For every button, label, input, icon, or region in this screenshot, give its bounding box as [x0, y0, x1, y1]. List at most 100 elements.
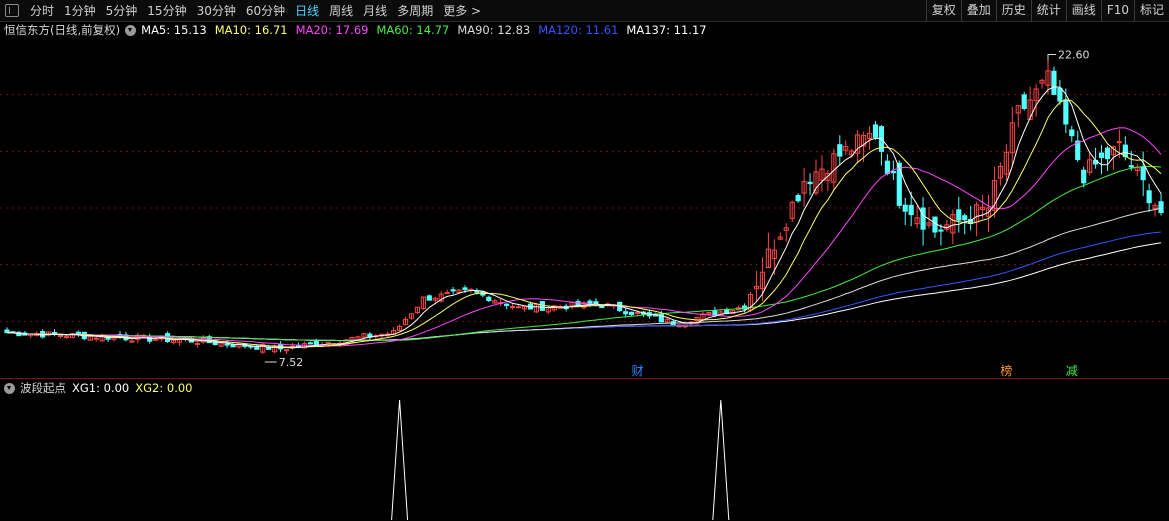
candle-67	[402, 316, 409, 326]
candle-body	[920, 207, 926, 230]
candle-161	[962, 213, 968, 235]
panel-toggle-icon[interactable]	[5, 4, 19, 17]
period-tab-2[interactable]: 5分钟	[101, 2, 143, 19]
candle-85	[510, 303, 516, 310]
candle-130	[777, 232, 783, 241]
indicator-chart[interactable]	[0, 396, 1169, 521]
xg1-value: XG1: 0.00	[72, 381, 130, 395]
stock-name: 恒信东方(日线,前复权)	[4, 23, 121, 37]
candle-body	[956, 209, 962, 221]
candle-66	[397, 324, 403, 332]
candle-133	[795, 193, 801, 203]
candle-body	[872, 124, 879, 138]
tool-button-6[interactable]: 标记	[1133, 0, 1169, 21]
candle-75	[450, 286, 456, 295]
indicator-dropdown-icon[interactable]	[4, 382, 15, 394]
candle-118	[706, 311, 712, 317]
candlestick-chart[interactable]: 22.60 7.52 财 榜 减	[0, 38, 1169, 378]
candle-191	[1140, 151, 1146, 197]
candle-body	[890, 171, 896, 174]
candle-body	[194, 342, 200, 345]
candle-body	[634, 311, 641, 314]
ma-legend-item-1: MA10: 16.71	[214, 23, 288, 37]
candle-131	[783, 223, 789, 242]
candle-123	[736, 305, 742, 311]
tool-button-5[interactable]: F10	[1100, 0, 1134, 21]
candle-155	[926, 207, 932, 229]
low-price-label: 7.52	[279, 356, 304, 369]
candle-body	[486, 296, 492, 302]
ma-legend-item-6: MA137: 11.17	[626, 23, 707, 37]
period-tab-7[interactable]: 周线	[324, 2, 358, 19]
period-tab-3[interactable]: 15分钟	[142, 2, 191, 19]
candle-159	[950, 209, 956, 244]
candle-body	[1140, 166, 1146, 181]
candle-141	[843, 140, 849, 156]
candle-body	[426, 295, 432, 301]
candle-body	[444, 291, 450, 294]
candle-179	[1069, 125, 1075, 143]
period-tab-8[interactable]: 月线	[358, 2, 392, 19]
dropdown-circle-icon[interactable]	[125, 24, 137, 36]
period-tab-0[interactable]: 分时	[25, 2, 59, 19]
candle-9	[57, 334, 64, 339]
high-price-label: 22.60	[1058, 48, 1090, 61]
candle-157	[938, 224, 944, 246]
ma20-line	[7, 127, 1162, 347]
period-tab-6[interactable]: 日线	[290, 2, 324, 19]
candle-43	[260, 342, 266, 355]
period-tab-10[interactable]: 更多 >	[438, 2, 486, 19]
candle-160	[956, 196, 962, 233]
candle-145	[866, 126, 873, 151]
candle-39	[236, 342, 242, 349]
candle-92	[551, 304, 557, 312]
candle-body	[629, 311, 635, 316]
candle-171	[1021, 91, 1027, 111]
period-tab-1[interactable]: 1分钟	[59, 2, 101, 19]
candle-176	[1051, 66, 1057, 96]
candle-91	[545, 305, 551, 315]
candle-body	[1081, 169, 1087, 184]
candle-177	[1057, 79, 1063, 105]
period-tab-9[interactable]: 多周期	[392, 2, 438, 19]
indicator-name: 波段起点	[20, 381, 66, 395]
candle-body	[884, 160, 890, 174]
candle-135	[807, 173, 813, 196]
candle-32	[194, 342, 200, 348]
ma-legend-item-0: MA5: 15.13	[141, 23, 207, 37]
candle-69	[414, 306, 421, 314]
candle-body	[896, 162, 902, 206]
candle-body	[599, 306, 605, 309]
candle-166	[991, 166, 998, 218]
candle-74	[444, 289, 450, 294]
candle-3	[22, 331, 28, 336]
ma-legend-item-2: MA20: 17.69	[295, 23, 369, 37]
candle-body	[93, 337, 99, 340]
tool-button-2[interactable]: 历史	[995, 0, 1031, 21]
candle-body	[57, 335, 64, 337]
pane-separator	[0, 378, 1169, 379]
tool-button-0[interactable]: 复权	[925, 0, 961, 21]
candle-154	[920, 197, 926, 246]
ma60-line	[7, 165, 1162, 342]
ma10-line	[7, 99, 1162, 348]
candle-146	[872, 121, 879, 140]
tool-button-1[interactable]: 叠加	[960, 0, 996, 21]
candle-87	[521, 305, 528, 312]
candle-84	[504, 303, 510, 310]
candle-116	[694, 316, 700, 325]
candle-body	[908, 204, 914, 216]
candle-body	[962, 215, 968, 221]
stock-info-bar: 恒信东方(日线,前复权) MA5: 15.13 MA10: 16.71 MA20: …	[0, 22, 715, 38]
tool-button-3[interactable]: 统计	[1030, 0, 1066, 21]
candle-82	[492, 298, 498, 304]
candle-158	[944, 219, 950, 232]
event-marker-2: 减	[1066, 364, 1078, 378]
candle-132	[789, 200, 795, 222]
period-tab-4[interactable]: 30分钟	[192, 2, 241, 19]
period-tab-5[interactable]: 60分钟	[241, 2, 290, 19]
candle-185	[1104, 146, 1111, 171]
tool-button-4[interactable]: 画线	[1065, 0, 1101, 21]
candle-71	[426, 294, 432, 301]
candle-51	[307, 341, 313, 345]
